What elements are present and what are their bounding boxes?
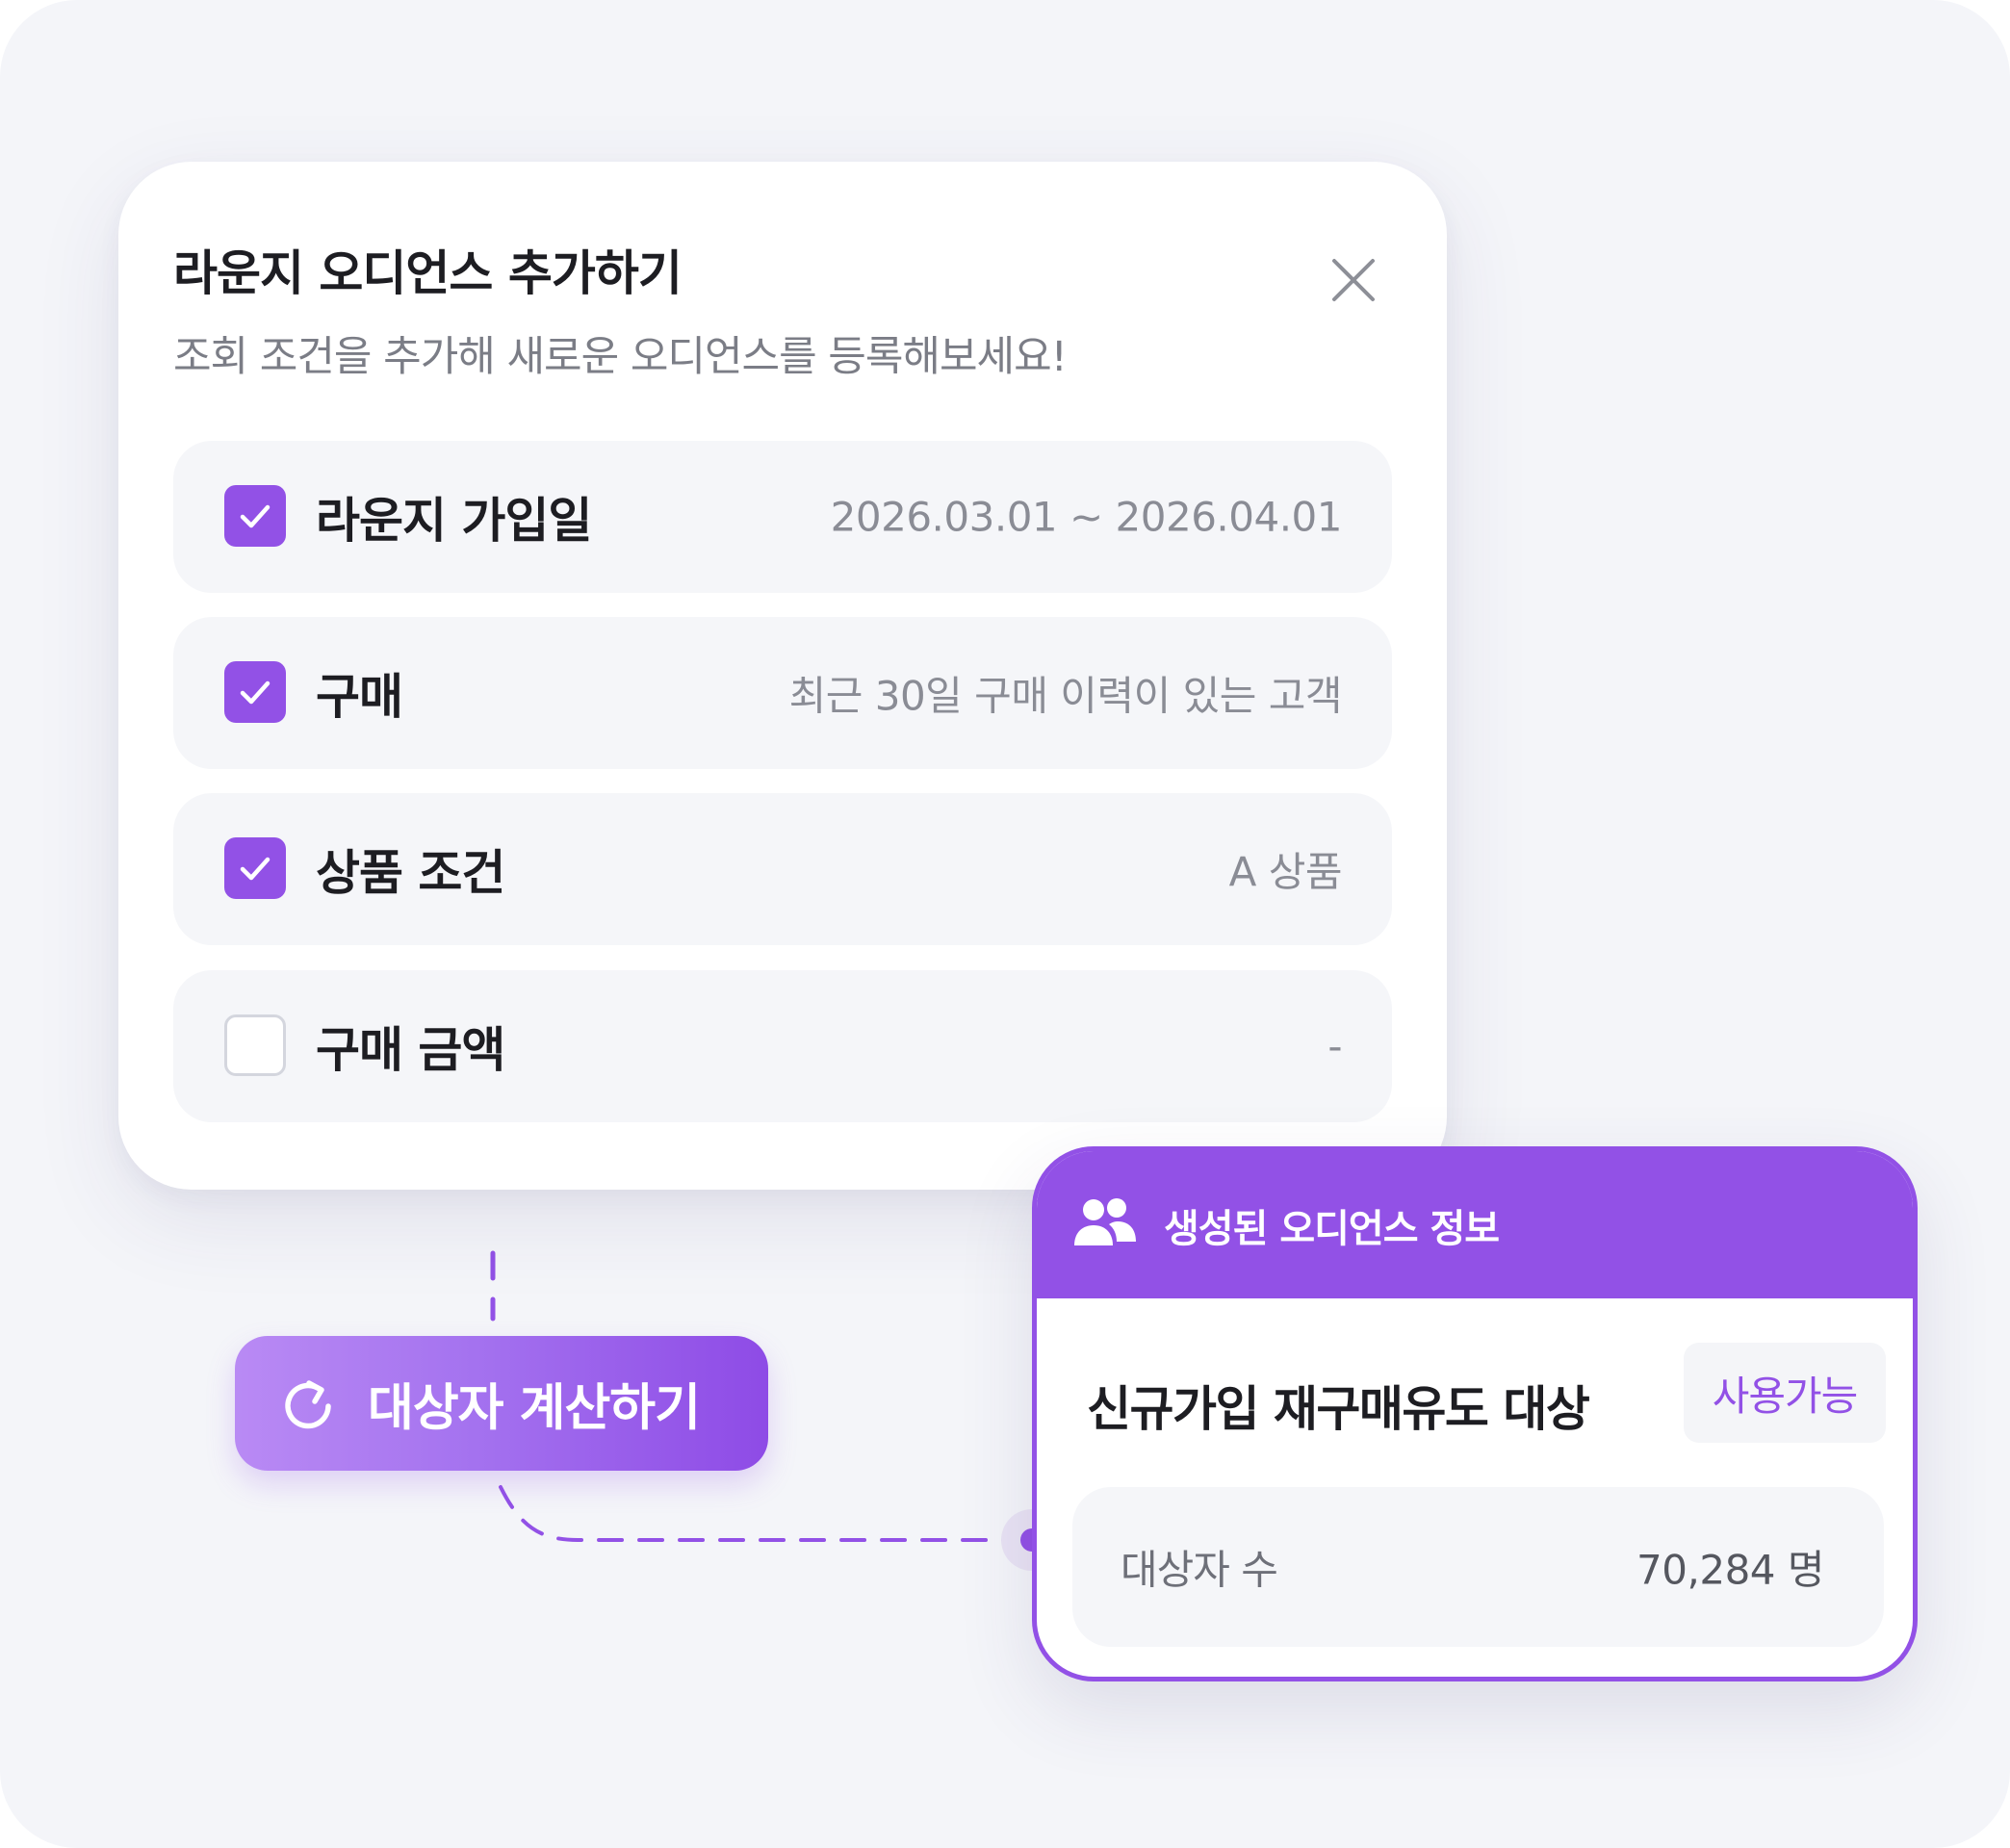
- modal-subtitle: 조회 조건을 추가해 새로운 오디언스를 등록해보세요!: [173, 333, 1068, 381]
- condition-value: 2026.03.01 ~ 2026.04.01: [830, 493, 1343, 541]
- audience-count-label: 대상자 수: [1121, 1546, 1278, 1594]
- close-icon: [1332, 259, 1375, 301]
- audience-count-box: 대상자 수 70,284 명: [1072, 1487, 1884, 1647]
- created-audience-card: 생성된 오디언스 정보 신규가입 재구매유도 대상 사용가능 대상자 수 70,…: [1032, 1146, 1918, 1681]
- status-badge: 사용가능: [1684, 1343, 1886, 1443]
- condition-row-purchase[interactable]: 구매 최근 30일 구매 이력이 있는 고객: [173, 617, 1392, 769]
- condition-value: 최근 30일 구매 이력이 있는 고객: [788, 672, 1343, 720]
- audience-count-value: 70,284 명: [1636, 1546, 1824, 1594]
- result-card-title: 생성된 오디언스 정보: [1164, 1206, 1500, 1251]
- close-button[interactable]: [1320, 246, 1387, 314]
- check-icon: [240, 857, 271, 881]
- condition-row-purchase-amount[interactable]: 구매 금액 -: [173, 970, 1392, 1122]
- condition-label: 라운지 가입일: [316, 493, 592, 549]
- checkbox-unchecked[interactable]: [224, 1014, 286, 1076]
- condition-value: A 상품: [1228, 848, 1343, 896]
- calculate-button-label: 대상자 계산하기: [368, 1379, 701, 1438]
- check-icon: [240, 680, 271, 705]
- condition-value: -: [1327, 1022, 1342, 1070]
- calculate-audience-button[interactable]: 대상자 계산하기: [235, 1336, 768, 1471]
- refresh-icon: [285, 1380, 331, 1429]
- condition-row-product[interactable]: 상품 조건 A 상품: [173, 793, 1392, 945]
- check-icon: [240, 504, 271, 528]
- add-audience-modal: 라운지 오디언스 추가하기 조회 조건을 추가해 새로운 오디언스를 등록해보세…: [118, 162, 1447, 1190]
- checkbox-checked[interactable]: [224, 661, 286, 723]
- checkbox-checked[interactable]: [224, 837, 286, 899]
- people-icon: [1074, 1198, 1136, 1245]
- condition-label: 상품 조건: [316, 845, 505, 901]
- modal-title: 라운지 오디언스 추가하기: [173, 245, 683, 301]
- checkbox-checked[interactable]: [224, 485, 286, 547]
- connector-button-to-result: [499, 1485, 1032, 1542]
- result-card-header: 생성된 오디언스 정보: [1037, 1151, 1913, 1298]
- condition-label: 구매: [316, 669, 403, 725]
- canvas: 라운지 오디언스 추가하기 조회 조건을 추가해 새로운 오디언스를 등록해보세…: [0, 0, 2010, 1848]
- condition-label: 구매 금액: [316, 1022, 505, 1078]
- condition-row-signup-date[interactable]: 라운지 가입일 2026.03.01 ~ 2026.04.01: [173, 441, 1392, 593]
- audience-name: 신규가입 재구매유도 대상: [1087, 1381, 1590, 1437]
